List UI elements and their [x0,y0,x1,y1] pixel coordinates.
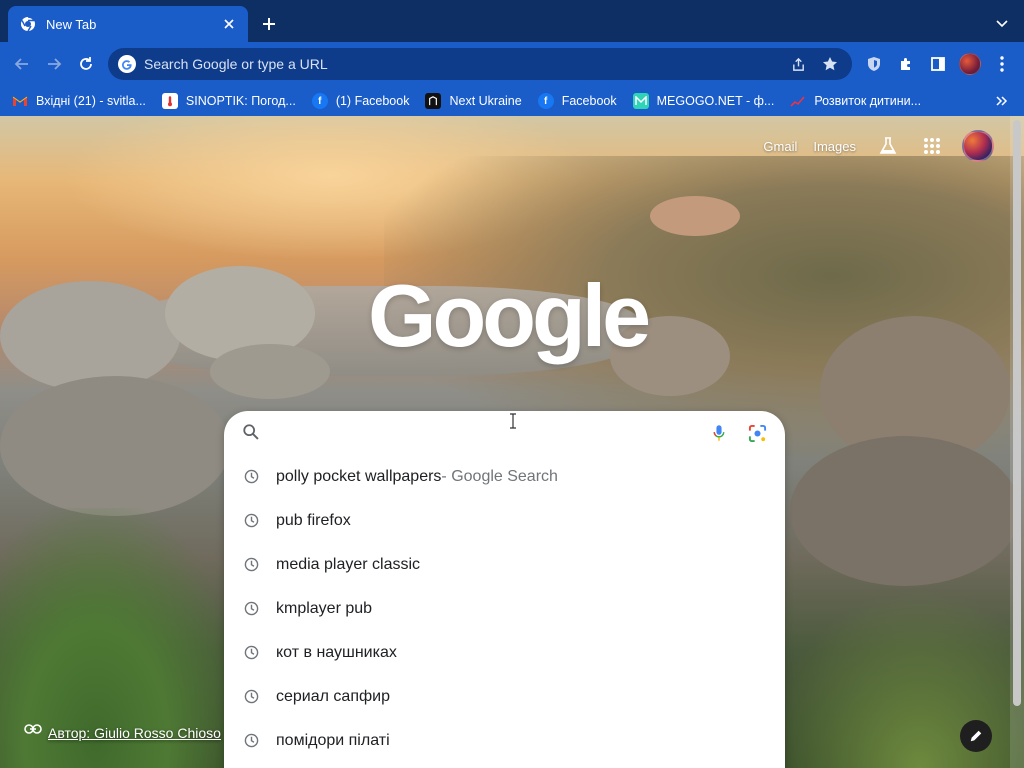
history-clock-icon [244,601,260,617]
suggestion-item[interactable]: сериал сапфир [224,675,785,719]
toolbar: Search Google or type a URL [0,42,1024,86]
photo-attribution[interactable]: Автор: Giulio Rosso Chioso [24,724,221,742]
tab-strip: New Tab [0,0,1024,42]
shield-icon[interactable] [862,52,886,76]
profile-avatar[interactable] [958,52,982,76]
chevron-down-icon[interactable] [992,14,1012,34]
bookmark-facebook-1[interactable]: f (1) Facebook [311,93,410,109]
suggestion-list: polly pocket wallpapers - Google Search … [224,455,785,763]
share-icon[interactable] [786,52,810,76]
new-tab-page: Gmail Images Google polly pocket wallpap… [0,116,1024,768]
facebook-icon: f [311,93,328,109]
suggestion-item[interactable]: кот в наушниках [224,631,785,675]
gmail-icon [12,93,28,109]
kebab-menu-icon[interactable] [990,52,1014,76]
apps-grid-icon[interactable] [920,134,944,158]
text-cursor-icon [508,413,518,429]
google-g-icon [118,55,136,73]
bookmark-label: SINOPTIK: Погод... [185,94,296,108]
history-clock-icon [244,733,260,749]
sidepanel-icon[interactable] [926,52,950,76]
omnibox-placeholder: Search Google or type a URL [144,56,328,72]
lens-icon[interactable] [745,421,769,445]
chrome-icon [20,16,36,32]
bookmark-next-ukraine[interactable]: Next Ukraine [425,93,522,109]
background-rock [650,196,740,236]
microphone-icon[interactable] [707,421,731,445]
google-logo: Google [368,266,651,365]
bookmark-megogo[interactable]: MEGOGO.NET - ф... [632,93,775,109]
bookmark-rozvytok[interactable]: Розвиток дитини... [790,93,921,109]
suggestion-text: kmplayer pub [276,600,373,617]
history-clock-icon [244,469,260,485]
pencil-icon[interactable] [960,720,992,752]
suggestion-suffix: - Google Search [441,468,558,485]
suggestion-text: помідори пілаті [276,732,390,749]
tab-title: New Tab [46,16,97,32]
bookmark-label: Вхідні (21) - svitla... [36,94,146,108]
star-icon[interactable] [818,52,842,76]
bookmark-label: Facebook [561,94,617,108]
search-box: polly pocket wallpapers - Google Search … [224,411,785,768]
bookmarks-bar: Вхідні (21) - svitla... SINOPTIK: Погод.… [0,86,1024,116]
top-links: Gmail Images [747,130,994,162]
link-icon [24,724,42,742]
bookmark-label: Розвиток дитини... [814,94,922,108]
suggestion-item[interactable]: media player classic [224,543,785,587]
reload-icon[interactable] [74,52,98,76]
bookmark-facebook-2[interactable]: f Facebook [537,93,617,109]
suggestion-text: media player classic [276,556,421,573]
suggestion-item[interactable]: pub firefox [224,499,785,543]
history-clock-icon [244,513,260,529]
suggestion-text: polly pocket wallpapers [276,468,442,485]
history-clock-icon [244,689,260,705]
bookmark-label: (1) Facebook [335,94,410,108]
search-input[interactable] [262,418,693,448]
bookmark-label: MEGOGO.NET - ф... [656,94,775,108]
suggestion-item[interactable]: kmplayer pub [224,587,785,631]
background-rock [790,436,1020,586]
history-clock-icon [244,645,260,661]
tab-new-tab[interactable]: New Tab [8,6,248,42]
background-rock [0,281,180,391]
flask-icon[interactable] [876,134,900,158]
megogo-icon [632,93,649,109]
images-link[interactable]: Images [813,139,856,154]
double-chevron-icon[interactable] [994,93,1010,109]
suggestion-item[interactable]: помідори пілаті [224,719,785,763]
suggestion-item[interactable]: polly pocket wallpapers - Google Search [224,455,785,499]
search-row [224,411,785,455]
arrow-right-icon[interactable] [42,52,66,76]
scrollbar[interactable] [1010,116,1024,768]
chart-icon [790,93,806,109]
omnibox[interactable]: Search Google or type a URL [108,48,852,80]
attribution-text: Автор: Giulio Rosso Chioso [48,725,221,741]
plus-icon[interactable] [258,13,280,35]
background-rock [210,344,330,399]
gmail-link[interactable]: Gmail [763,139,797,154]
suggestion-text: pub firefox [276,512,351,529]
thermometer-icon [161,93,178,109]
bookmark-label: Next Ukraine [449,94,522,108]
search-icon [242,423,262,443]
avatar [959,53,981,75]
history-clock-icon [244,557,260,573]
close-icon[interactable] [220,15,238,33]
arrow-left-icon[interactable] [10,52,34,76]
facebook-icon: f [537,93,554,109]
bookmark-sinoptik[interactable]: SINOPTIK: Погод... [161,93,296,109]
puzzle-icon[interactable] [894,52,918,76]
suggestion-text: кот в наушниках [276,644,397,661]
background-rock [0,376,230,516]
account-avatar[interactable] [962,130,994,162]
dark-square-icon [425,93,442,109]
scrollbar-thumb[interactable] [1013,120,1021,706]
suggestion-text: сериал сапфир [276,688,390,705]
bookmark-gmail[interactable]: Вхідні (21) - svitla... [12,93,146,109]
